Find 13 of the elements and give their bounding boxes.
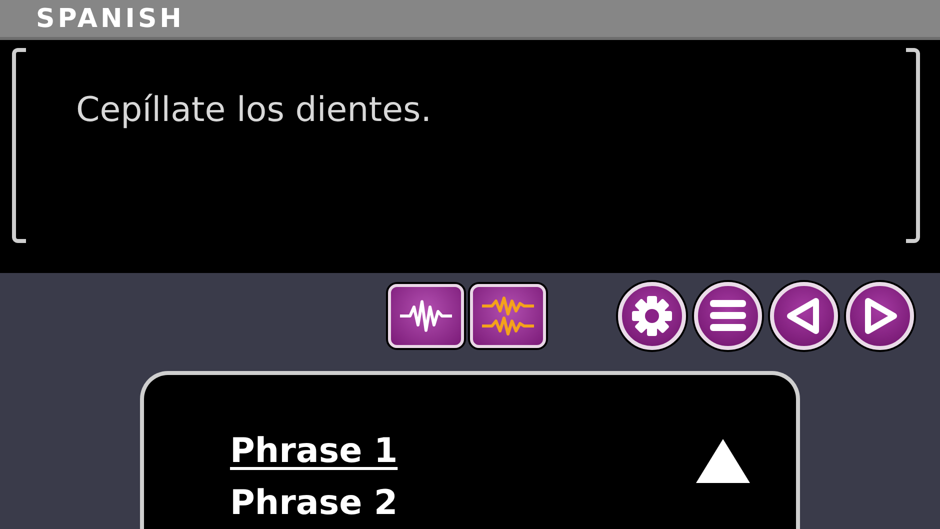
settings-button[interactable] — [618, 282, 686, 350]
language-title: SPANISH — [36, 4, 184, 34]
settings-icon — [630, 294, 674, 338]
translation-text: Cepíllate los dientes. — [76, 90, 432, 130]
menu-icon — [708, 298, 748, 334]
phrase-item[interactable]: Phrase 1 — [230, 425, 398, 477]
scroll-up-icon[interactable] — [694, 437, 752, 485]
next-button[interactable] — [846, 282, 914, 350]
menu-button[interactable] — [694, 282, 762, 350]
phrase-item[interactable]: Phrase 2 — [230, 477, 398, 529]
audio-button[interactable] — [388, 284, 464, 348]
audio-button[interactable] — [470, 284, 546, 348]
previous-button[interactable] — [770, 282, 838, 350]
